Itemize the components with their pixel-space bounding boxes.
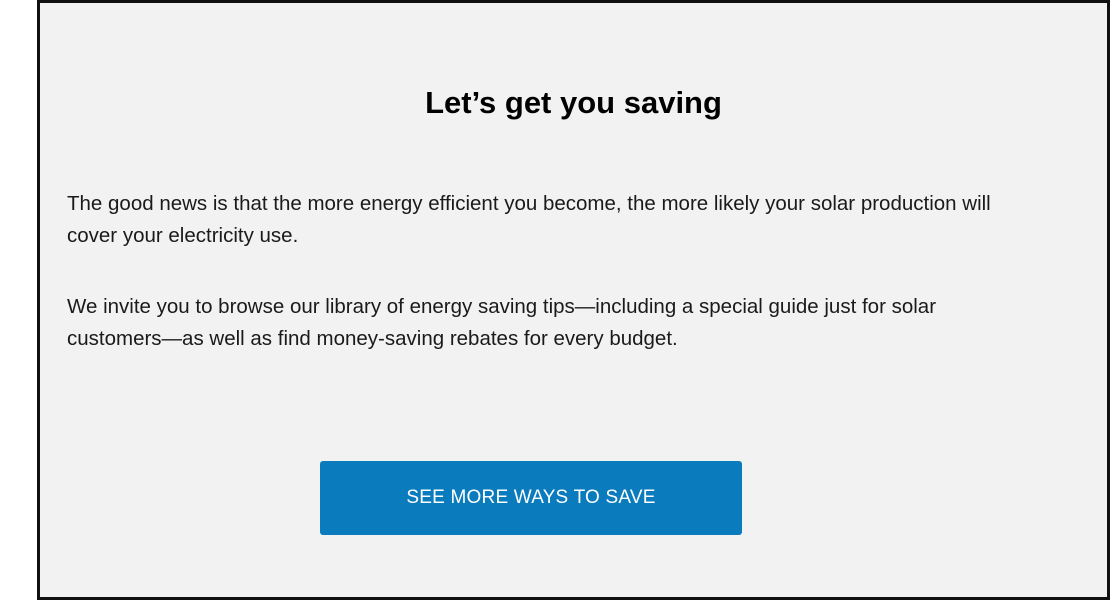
see-more-ways-button-label: SEE MORE WAYS TO SAVE <box>406 487 656 508</box>
section-title: Let’s get you saving <box>425 85 722 120</box>
intro-paragraph: The good news is that the more energy ef… <box>67 192 991 247</box>
see-more-ways-button[interactable]: SEE MORE WAYS TO SAVE <box>320 461 742 535</box>
email-frame: Let’s get you saving The good news is th… <box>0 0 1115 600</box>
invite-paragraph: We invite you to browse our library of e… <box>67 295 937 350</box>
content-panel: Let’s get you saving The good news is th… <box>37 0 1110 600</box>
